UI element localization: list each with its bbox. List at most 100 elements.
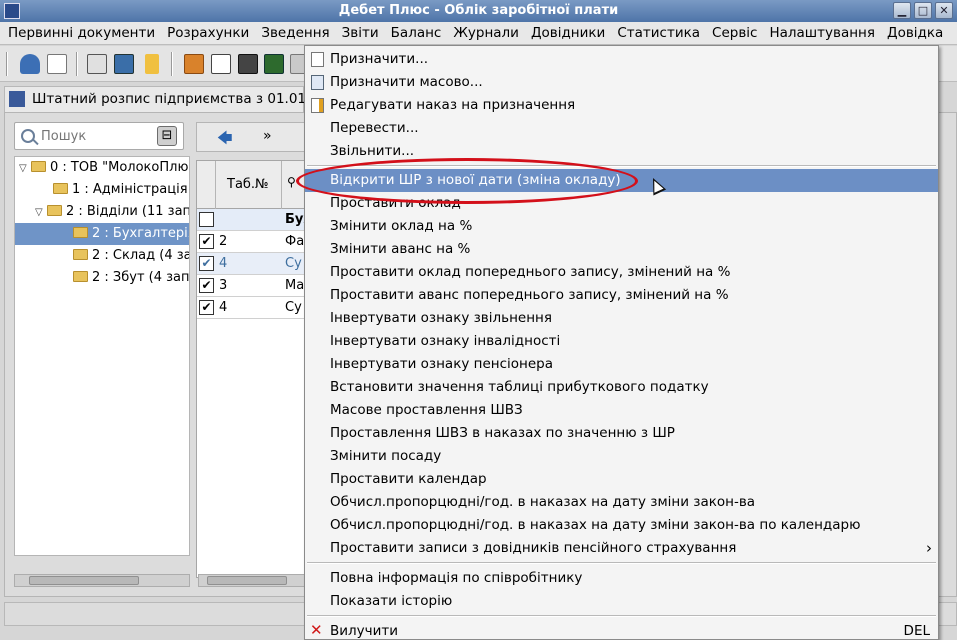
menu-item-show-history[interactable]: Показати історію	[305, 590, 938, 613]
tree-node-sales[interactable]: 2 : Збут (4 записи)	[15, 267, 190, 289]
chart-icon[interactable]	[264, 54, 284, 74]
monitor-icon[interactable]	[114, 54, 134, 74]
menu-item-compute-proportional-calendar[interactable]: Обчисл.пропорцюдні/год. в наказах на дат…	[305, 514, 938, 537]
calculator-icon[interactable]	[184, 54, 204, 74]
menu-item-assign-bulk[interactable]: Призначити масово...	[305, 71, 938, 94]
scrollbar-thumb[interactable]	[207, 576, 287, 585]
pin-icon[interactable]: ⚲	[287, 175, 296, 189]
search-input[interactable]	[41, 127, 151, 145]
menu-item-bulk-shvz[interactable]: Масове проставлення ШВЗ	[305, 399, 938, 422]
tree-horizontal-scrollbar[interactable]	[14, 574, 190, 587]
tree-node-company[interactable]: ▽ 0 : ТОВ "МолокоПлюс"	[15, 157, 189, 179]
back-arrow-icon[interactable]: 🡄	[217, 128, 233, 153]
tree-node-label: 1 : Адміністрація	[72, 182, 188, 197]
column-header-tab-number[interactable]: Таб.№	[227, 177, 269, 192]
menu-item-open-schedule-new-date[interactable]: Відкрити ШР з нової дати (зміна окладу)	[305, 169, 938, 192]
menu-item-label: Проставити записи з довідників пенсійног…	[330, 540, 737, 556]
menu-item-label: Повна інформація по співробітнику	[330, 570, 583, 586]
menu-item-set-prev-advance[interactable]: Проставити аванс попереднього запису, зм…	[305, 284, 938, 307]
menu-item-invert-pensioner[interactable]: Інвертувати ознаку пенсіонера	[305, 353, 938, 376]
menu-item-set-calendar[interactable]: Проставити календар	[305, 468, 938, 491]
menu-calculations[interactable]: Розрахунки	[161, 22, 255, 44]
table-row[interactable]: ✔ 4 Су	[197, 253, 315, 275]
expand-arrow-icon[interactable]: ▽	[19, 163, 31, 174]
menu-item-set-tax-table[interactable]: Встановити значення таблиці прибуткового…	[305, 376, 938, 399]
list-toolbar: 🡄 »	[196, 122, 316, 152]
table-row[interactable]: ✔ 2 Фа	[197, 231, 315, 253]
tree-node-administration[interactable]: 1 : Адміністрація	[15, 179, 189, 201]
menu-directories[interactable]: Довідники	[525, 22, 611, 44]
menu-statistics[interactable]: Статистика	[611, 22, 706, 44]
expand-arrow-icon[interactable]: ▽	[35, 207, 47, 218]
table-row[interactable]: Бух	[197, 209, 315, 231]
menu-item-assign[interactable]: Призначити...	[305, 48, 938, 71]
menu-item-compute-proportional[interactable]: Обчисл.пропорцюдні/год. в наказах на дат…	[305, 491, 938, 514]
tree-node-label: 2 : Збут (4 записи)	[92, 270, 190, 285]
context-menu: Призначити... Призначити масово... Редаг…	[304, 45, 939, 640]
menu-item-edit-order[interactable]: Редагувати наказ на призначення	[305, 94, 938, 117]
menu-journals[interactable]: Журнали	[447, 22, 525, 44]
menu-item-set-prev-salary[interactable]: Проставити оклад попереднього запису, зм…	[305, 261, 938, 284]
tree-node-departments[interactable]: ▽ 2 : Відділи (11 записів)	[15, 201, 189, 223]
tree-node-accounting[interactable]: 2 : Бухгалтерія	[15, 223, 189, 245]
close-button[interactable]: ✕	[935, 2, 953, 19]
menu-item-set-salary[interactable]: Проставити оклад	[305, 192, 938, 215]
row-checkbox[interactable]: ✔	[199, 256, 214, 271]
database-icon[interactable]	[20, 54, 40, 74]
menu-primary-docs[interactable]: Первинні документи	[0, 22, 161, 44]
toolbar-separator	[76, 52, 78, 76]
folder-icon	[73, 227, 88, 238]
menu-item-label: Призначити масово...	[330, 74, 483, 90]
collapse-all-button[interactable]: ⊟	[157, 126, 177, 146]
menu-item-label: Проставлення ШВЗ в наказах по значенню з…	[330, 425, 675, 441]
menu-item-invert-disability[interactable]: Інвертувати ознаку інвалідності	[305, 330, 938, 353]
cell-tab-number: 2	[219, 234, 228, 249]
menu-item-label: Інвертувати ознаку звільнення	[330, 310, 552, 326]
menu-reports[interactable]: Звіти	[336, 22, 385, 44]
menu-item-change-position[interactable]: Змінити посаду	[305, 445, 938, 468]
more-tools-button[interactable]: »	[263, 128, 272, 144]
minimize-button[interactable]: ▁	[893, 2, 911, 19]
row-checkbox[interactable]: ✔	[199, 234, 214, 249]
menu-help[interactable]: Довідка	[881, 22, 949, 44]
document-tab[interactable]: Штатний розпис підприємства з 01.01.2	[4, 86, 319, 112]
tree-panel: ⊟ ▽ 0 : ТОВ "МолокоПлюс" 1 : Адміністраці…	[10, 118, 190, 594]
row-checkbox[interactable]: ✔	[199, 278, 214, 293]
menu-item-delete[interactable]: ✕ Вилучити DEL	[305, 620, 938, 640]
camera-icon[interactable]	[238, 54, 258, 74]
maximize-button[interactable]: □	[914, 2, 932, 19]
grid-horizontal-scrollbar[interactable]	[198, 574, 306, 587]
menu-item-dismiss[interactable]: Звільнити...	[305, 140, 938, 163]
toolbar-separator	[6, 52, 8, 76]
table-row[interactable]: ✔ 4 Су	[197, 297, 315, 319]
menu-item-label: Обчисл.пропорцюдні/год. в наказах на дат…	[330, 494, 756, 510]
folder-icon	[73, 249, 88, 260]
table-row[interactable]: ✔ 3 Ма	[197, 275, 315, 297]
menu-summaries[interactable]: Зведення	[255, 22, 335, 44]
lightning-icon[interactable]	[145, 54, 159, 74]
menu-item-label: Встановити значення таблиці прибуткового…	[330, 379, 709, 395]
menu-service[interactable]: Сервіс	[706, 22, 763, 44]
list-icon[interactable]	[87, 54, 107, 74]
new-document-icon[interactable]	[47, 54, 67, 74]
submenu-arrow-icon: ›	[926, 539, 932, 557]
menu-item-change-salary-percent[interactable]: Змінити оклад на %	[305, 215, 938, 238]
menu-settings[interactable]: Налаштування	[763, 22, 881, 44]
menu-item-label: Проставити оклад попереднього запису, зм…	[330, 264, 731, 280]
menu-item-pension-records[interactable]: Проставити записи з довідників пенсійног…	[305, 537, 938, 560]
menu-item-invert-dismissal[interactable]: Інвертувати ознаку звільнення	[305, 307, 938, 330]
menu-balance[interactable]: Баланс	[385, 22, 448, 44]
menu-item-change-advance-percent[interactable]: Змінити аванс на %	[305, 238, 938, 261]
menu-item-shvz-orders[interactable]: Проставлення ШВЗ в наказах по значенню з…	[305, 422, 938, 445]
menu-item-transfer[interactable]: Перевести...	[305, 117, 938, 140]
scrollbar-thumb[interactable]	[29, 576, 139, 585]
tree-node-warehouse[interactable]: 2 : Склад (4 записи)	[15, 245, 189, 267]
cell-name: Ма	[285, 278, 305, 293]
row-checkbox[interactable]	[199, 212, 214, 227]
documents-icon	[311, 75, 324, 90]
person-card-icon[interactable]	[211, 54, 231, 74]
row-checkbox[interactable]: ✔	[199, 300, 214, 315]
toolbar-separator	[171, 52, 173, 76]
menu-item-full-info[interactable]: Повна інформація по співробітнику	[305, 567, 938, 590]
menu-bar: Первинні документи Розрахунки Зведення Звіт…	[0, 22, 957, 45]
